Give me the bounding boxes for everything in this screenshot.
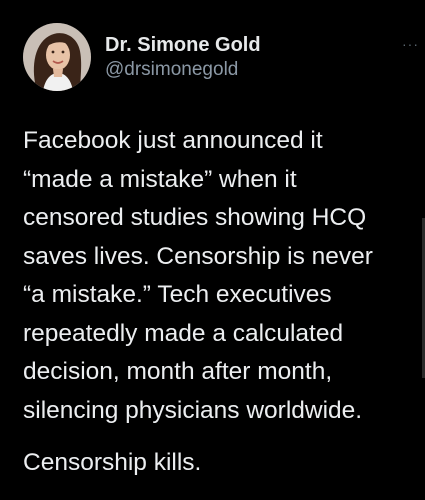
tweet-closing-line: Censorship kills. xyxy=(23,449,202,476)
tweet-body-line: Facebook just announced it xyxy=(23,127,323,154)
tweet-body-line: decision, month after month, xyxy=(23,358,333,385)
tweet-body-line: saves lives. Censorship is never xyxy=(23,242,373,270)
author-handle[interactable]: @drsimonegold xyxy=(105,58,261,82)
author-display-name[interactable]: Dr. Simone Gold xyxy=(105,32,261,58)
tweet-body: Facebook just announced it “made a mista… xyxy=(23,122,419,430)
profile-photo-icon xyxy=(23,23,91,91)
tweet-header: Dr. Simone Gold @drsimonegold xyxy=(23,20,403,94)
tweet-body-line: silencing physicians worldwide. xyxy=(23,396,363,424)
tweet-body-line: “a mistake.” Tech executives xyxy=(23,281,332,308)
tweet-card: Dr. Simone Gold @drsimonegold ··· Facebo… xyxy=(0,0,425,500)
tweet-body-line: censored studies showing HCQ xyxy=(23,204,367,231)
tweet-body-line: “made a mistake” when it xyxy=(23,165,297,193)
tweet-body-line: repeatedly made a calculated xyxy=(23,319,344,347)
more-options-icon[interactable]: ··· xyxy=(402,36,419,52)
avatar[interactable] xyxy=(23,23,91,91)
author-names: Dr. Simone Gold @drsimonegold xyxy=(105,32,261,82)
